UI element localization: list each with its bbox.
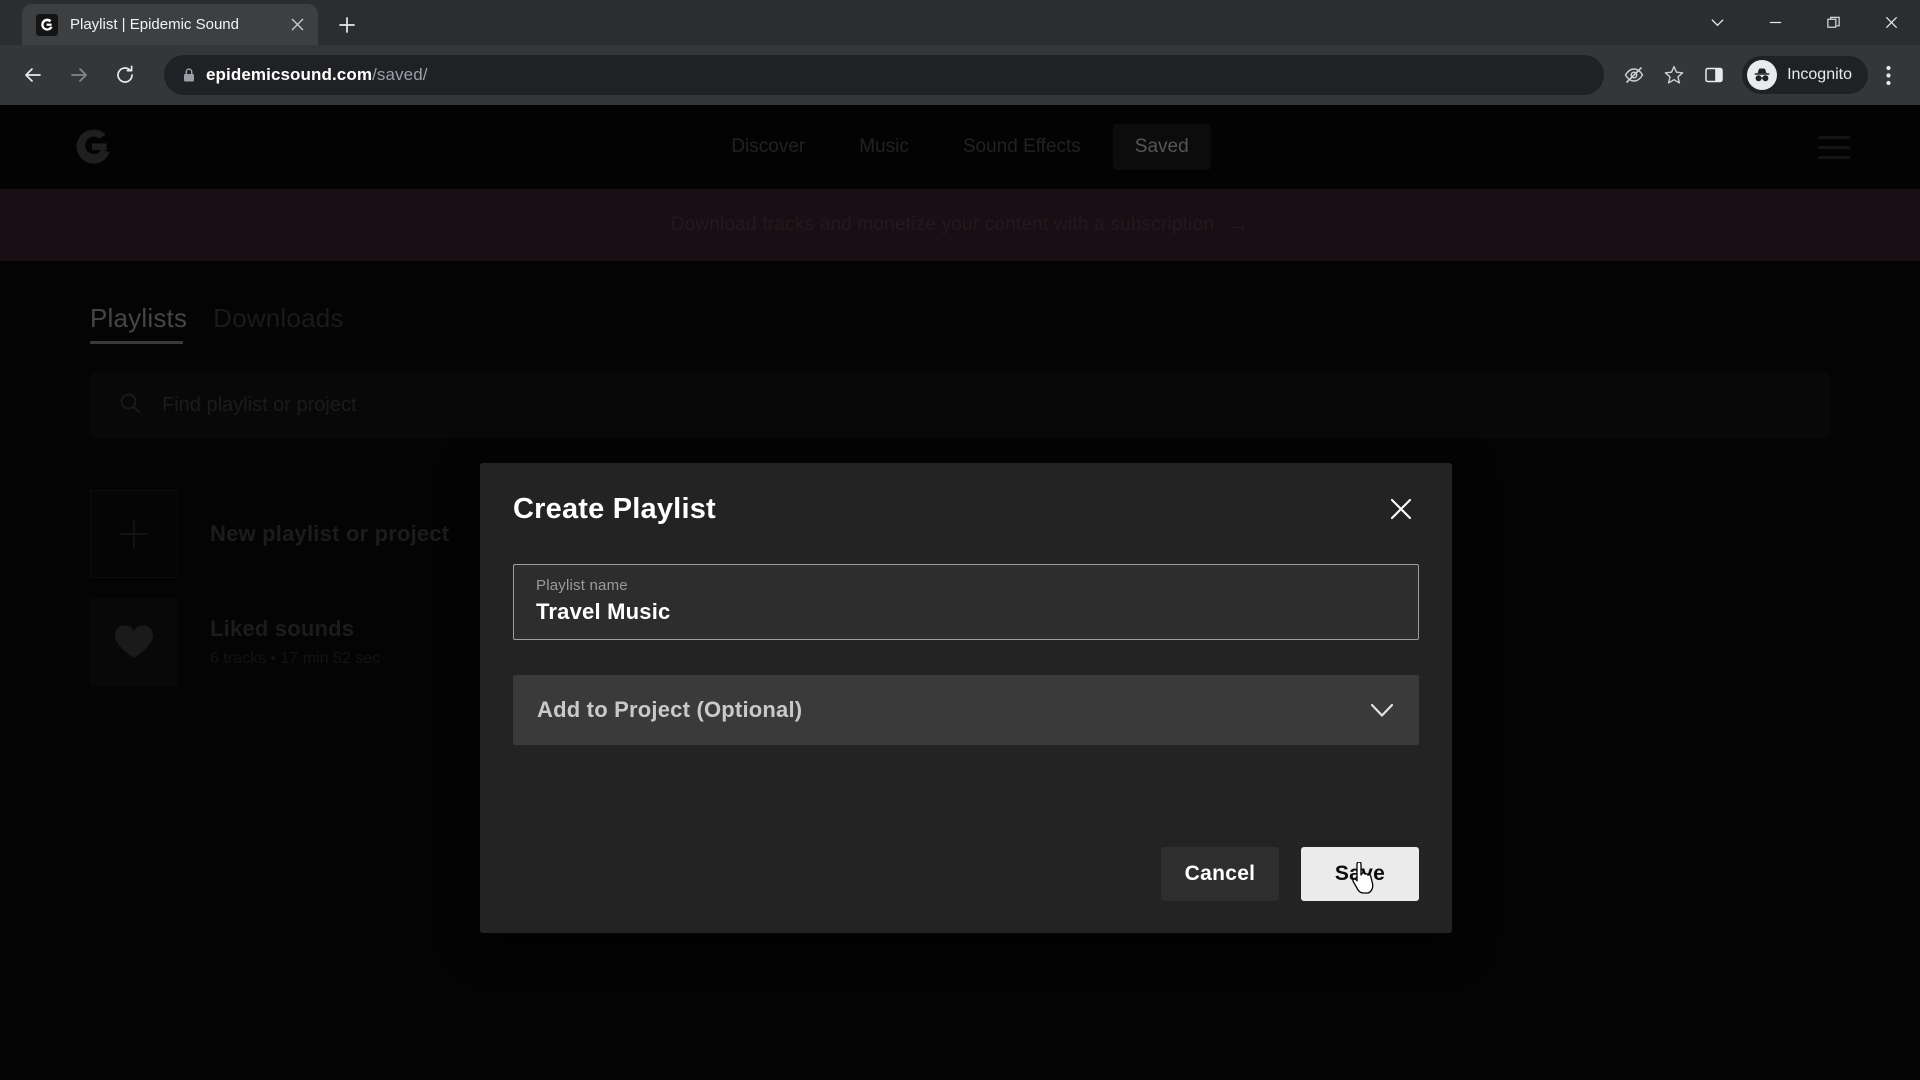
close-icon[interactable] bbox=[1383, 491, 1419, 527]
tab-search-icon[interactable] bbox=[1688, 0, 1746, 45]
add-to-project-label: Add to Project (Optional) bbox=[537, 697, 803, 722]
incognito-hat-icon bbox=[1747, 60, 1778, 90]
browser-window: Playlist | Epidemic Sound epidemicsound.… bbox=[0, 0, 1920, 1080]
page-content: Discover Music Sound Effects Saved Downl… bbox=[0, 105, 1920, 1080]
side-panel-icon[interactable] bbox=[1694, 55, 1734, 95]
window-controls bbox=[1688, 0, 1920, 45]
minimize-icon[interactable] bbox=[1746, 0, 1804, 45]
tab-close-icon[interactable] bbox=[286, 14, 308, 36]
add-to-project-select[interactable]: Add to Project (Optional) bbox=[513, 675, 1419, 745]
playlist-name-label: Playlist name bbox=[536, 577, 628, 594]
browser-title-bar: Playlist | Epidemic Sound bbox=[0, 0, 1920, 45]
dialog-title: Create Playlist bbox=[513, 492, 716, 525]
reload-icon[interactable] bbox=[104, 54, 146, 96]
toolbar-icons: Incognito bbox=[1614, 55, 1908, 95]
incognito-label: Incognito bbox=[1787, 66, 1852, 83]
url-domain: epidemicsound.com bbox=[206, 65, 373, 84]
new-tab-button[interactable] bbox=[330, 8, 364, 42]
create-playlist-dialog: Create Playlist Playlist name Travel Mus… bbox=[480, 463, 1452, 933]
dialog-actions: Cancel Save bbox=[1161, 847, 1419, 901]
address-bar[interactable]: epidemicsound.com/saved/ bbox=[164, 55, 1605, 95]
cancel-button[interactable]: Cancel bbox=[1161, 847, 1279, 901]
browser-tab[interactable]: Playlist | Epidemic Sound bbox=[22, 4, 318, 45]
save-button[interactable]: Save bbox=[1301, 847, 1419, 901]
eye-slash-icon[interactable] bbox=[1614, 55, 1654, 95]
epidemic-sound-favicon bbox=[36, 13, 58, 36]
incognito-indicator[interactable]: Incognito bbox=[1742, 56, 1868, 94]
three-dot-menu-icon[interactable] bbox=[1868, 55, 1908, 95]
playlist-name-value: Travel Music bbox=[536, 599, 671, 624]
dialog-header: Create Playlist bbox=[513, 463, 1419, 555]
close-window-icon[interactable] bbox=[1862, 0, 1920, 45]
playlist-name-field[interactable]: Playlist name Travel Music bbox=[513, 564, 1419, 640]
back-arrow-icon[interactable] bbox=[12, 54, 54, 96]
tab-title: Playlist | Epidemic Sound bbox=[70, 16, 239, 33]
browser-toolbar: epidemicsound.com/saved/ Incognito bbox=[0, 45, 1920, 105]
restore-icon[interactable] bbox=[1804, 0, 1862, 45]
url-path: /saved/ bbox=[372, 65, 428, 84]
star-icon[interactable] bbox=[1654, 55, 1694, 95]
lock-icon bbox=[178, 67, 200, 83]
chevron-down-icon bbox=[1369, 702, 1395, 719]
forward-arrow-icon[interactable] bbox=[58, 54, 100, 96]
